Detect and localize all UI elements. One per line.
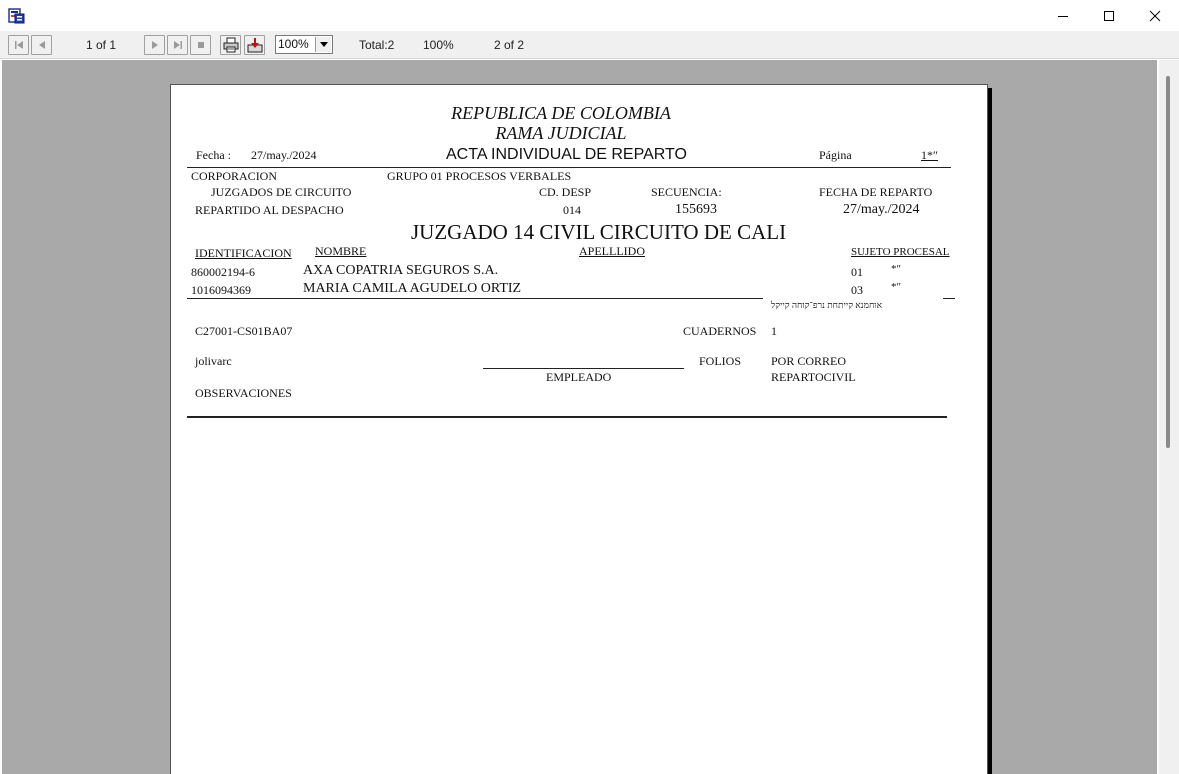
maximize-button[interactable] — [1086, 0, 1132, 31]
folios-value-2: REPARTOCIVIL — [771, 370, 856, 384]
zoom-dropdown[interactable]: 100% — [275, 35, 333, 54]
fecha-reparto-label: FECHA DE REPARTO — [819, 185, 933, 199]
previous-page-icon — [38, 41, 45, 49]
secuencia-label: SECUENCIA: — [651, 185, 722, 199]
cd-desp-value: 014 — [563, 203, 581, 217]
record-indicator: 2 of 2 — [494, 38, 525, 52]
despacho-name: JUZGADO 14 CIVIL CIRCUITO DE CALI — [411, 220, 787, 244]
pagina-label: Página — [819, 148, 852, 162]
folios-label: FOLIOS — [699, 354, 742, 368]
fecha-label: Fecha : — [196, 148, 231, 162]
folios-value-1: POR CORREO — [771, 354, 847, 368]
party-2-name: MARIA CAMILA AGUDELO ORTIZ — [303, 281, 522, 296]
vertical-scrollbar[interactable] — [1159, 60, 1179, 774]
code-value: C27001-CS01BA07 — [195, 324, 293, 338]
export-icon — [247, 38, 262, 53]
repartido-label: REPARTIDO AL DESPACHO — [195, 203, 344, 217]
print-button[interactable] — [220, 35, 241, 55]
party-2-mark: *″ — [891, 281, 902, 293]
grupo-text: GRUPO 01 PROCESOS VERBALES — [387, 169, 572, 183]
user-value: jolivarc — [195, 354, 232, 368]
close-icon — [1149, 10, 1161, 21]
scrollbar-thumb[interactable] — [1166, 76, 1170, 448]
viewer-toolbar: 1 of 1 100% Total:2 100% 2 of 2 — [0, 31, 1179, 59]
observaciones-label: OBSERVACIONES — [195, 386, 292, 400]
printer-icon — [223, 37, 238, 53]
column-apellido: APELLLIDO — [579, 244, 645, 258]
country-title: REPUBLICA DE COLOMBIA — [451, 103, 671, 123]
party-2-sujeto: 03 — [851, 283, 863, 297]
previous-page-button[interactable] — [31, 35, 52, 55]
signature-line — [483, 368, 684, 369]
last-page-button[interactable] — [167, 35, 188, 55]
next-page-button[interactable] — [144, 35, 165, 55]
minimize-icon — [1058, 15, 1068, 17]
chevron-down-icon[interactable] — [315, 37, 331, 52]
stop-icon — [197, 42, 204, 48]
percent-label: 100% — [423, 38, 454, 52]
column-nombre: NOMBRE — [315, 244, 367, 258]
party-1-sujeto: 01 — [851, 265, 863, 279]
column-sujeto: SUJETO PROCESAL — [851, 246, 950, 258]
report-page: REPUBLICA DE COLOMBIA RAMA JUDICIAL Fech… — [170, 84, 988, 774]
first-page-icon — [14, 41, 23, 49]
corporacion-label: CORPORACION — [191, 169, 278, 183]
party-1-id: 860002194-6 — [191, 265, 255, 279]
export-button[interactable] — [244, 35, 265, 55]
maximize-icon — [1104, 10, 1114, 21]
close-button[interactable] — [1132, 0, 1178, 31]
page-indicator: 1 of 1 — [86, 38, 117, 52]
secuencia-value: 155693 — [675, 202, 717, 217]
header-divider — [187, 167, 951, 168]
stop-button[interactable] — [190, 35, 211, 55]
cuadernos-label: CUADERNOS — [683, 324, 757, 338]
branch-title: RAMA JUDICIAL — [495, 123, 627, 143]
cd-desp-label: CD. DESP — [539, 185, 592, 199]
zoom-value: 100% — [278, 37, 309, 51]
first-page-button[interactable] — [8, 35, 29, 55]
fecha-reparto-value: 27/may./2024 — [843, 202, 920, 217]
next-page-icon — [151, 41, 158, 49]
last-page-icon — [173, 41, 182, 49]
total-label: Total:2 — [359, 38, 395, 52]
bottom-divider — [187, 416, 947, 418]
party-1-mark: *″ — [891, 263, 902, 275]
title-bar — [0, 0, 1179, 31]
party-1-name: AXA COPATRIA SEGUROS S.A. — [303, 263, 499, 278]
column-identificacion: IDENTIFICACION — [195, 246, 292, 260]
party-2-id: 1016094369 — [191, 283, 251, 297]
fecha-value: 27/may./2024 — [251, 148, 317, 162]
report-viewer-icon — [8, 7, 25, 24]
parties-divider-end — [943, 298, 955, 299]
empleado-label: EMPLEADO — [546, 370, 612, 384]
parties-divider — [187, 298, 763, 299]
corporacion-value: JUZGADOS DE CIRCUITO — [211, 185, 352, 199]
garbled-text: אוחמנא קייתחת נרפ־קוחה קייקל — [771, 300, 882, 310]
report-title: ACTA INDIVIDUAL DE REPARTO — [446, 146, 687, 163]
minimize-button[interactable] — [1040, 0, 1086, 31]
pagina-value: 1*″ — [921, 148, 938, 162]
report-viewport: REPUBLICA DE COLOMBIA RAMA JUDICIAL Fech… — [2, 60, 1157, 774]
cuadernos-value: 1 — [771, 324, 777, 338]
